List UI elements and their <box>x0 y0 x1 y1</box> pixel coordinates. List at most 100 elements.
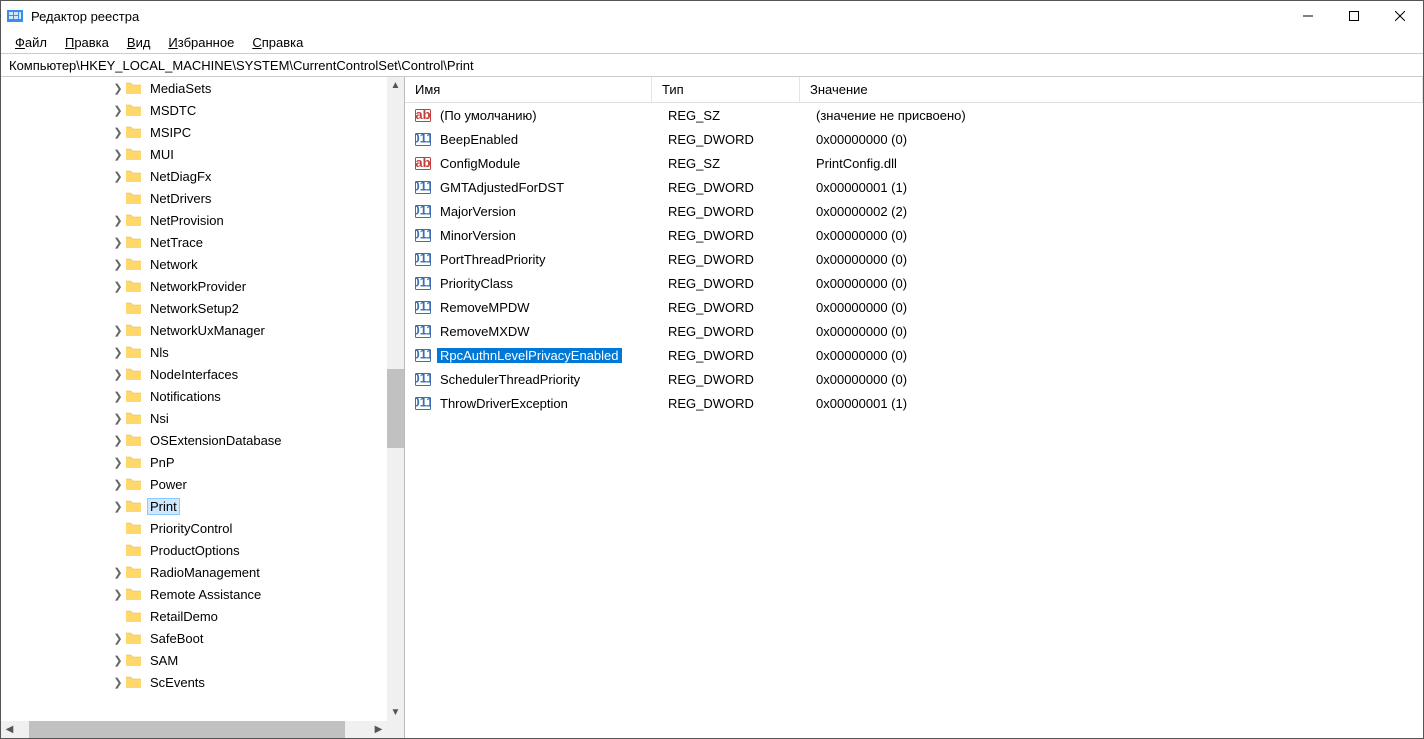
expand-chevron-icon[interactable]: ❯ <box>111 346 125 359</box>
scroll-left-button[interactable]: ◀ <box>1 721 18 738</box>
tree-item-networkuxmanager[interactable]: ❯NetworkUxManager <box>1 319 387 341</box>
tree-item-pnp[interactable]: ❯PnP <box>1 451 387 473</box>
tree-horizontal-scrollbar[interactable]: ◀ ▶ <box>1 721 387 738</box>
tree-item-network[interactable]: ❯Network <box>1 253 387 275</box>
column-value[interactable]: Значение <box>800 77 1423 102</box>
expand-chevron-icon[interactable]: ❯ <box>111 434 125 447</box>
expand-chevron-icon[interactable]: ❯ <box>111 456 125 469</box>
value-row[interactable]: GMTAdjustedForDSTREG_DWORD0x00000001 (1) <box>405 175 1423 199</box>
value-row[interactable]: SchedulerThreadPriorityREG_DWORD0x000000… <box>405 367 1423 391</box>
value-row[interactable]: ThrowDriverExceptionREG_DWORD0x00000001 … <box>405 391 1423 415</box>
expand-chevron-icon[interactable]: ❯ <box>111 324 125 337</box>
value-row[interactable]: RemoveMXDWREG_DWORD0x00000000 (0) <box>405 319 1423 343</box>
tree-item-prioritycontrol[interactable]: PriorityControl <box>1 517 387 539</box>
tree-item-mediasets[interactable]: ❯MediaSets <box>1 77 387 99</box>
tree-item-mui[interactable]: ❯MUI <box>1 143 387 165</box>
tree-item-remote-assistance[interactable]: ❯Remote Assistance <box>1 583 387 605</box>
folder-icon <box>126 323 142 337</box>
menu-favorites[interactable]: Избранное <box>162 33 240 52</box>
tree-item-netdrivers[interactable]: NetDrivers <box>1 187 387 209</box>
value-row[interactable]: PriorityClassREG_DWORD0x00000000 (0) <box>405 271 1423 295</box>
tree-item-osextensiondatabase[interactable]: ❯OSExtensionDatabase <box>1 429 387 451</box>
minimize-button[interactable] <box>1285 1 1331 31</box>
value-row[interactable]: BeepEnabledREG_DWORD0x00000000 (0) <box>405 127 1423 151</box>
tree-item-notifications[interactable]: ❯ Notifications <box>1 385 387 407</box>
tree-item-sam[interactable]: ❯SAM <box>1 649 387 671</box>
column-type[interactable]: Тип <box>652 77 800 102</box>
scroll-thumb[interactable] <box>29 721 346 738</box>
tree-item-print[interactable]: ❯Print <box>1 495 387 517</box>
titlebar[interactable]: Редактор реестра <box>1 1 1423 31</box>
tree-item-retaildemo[interactable]: RetailDemo <box>1 605 387 627</box>
tree-item-power[interactable]: ❯Power <box>1 473 387 495</box>
folder-icon <box>126 411 142 425</box>
expand-chevron-icon[interactable]: ❯ <box>111 632 125 645</box>
values-header[interactable]: Имя Тип Значение <box>405 77 1423 103</box>
scroll-thumb[interactable] <box>387 369 404 448</box>
expand-chevron-icon[interactable]: ❯ <box>111 104 125 117</box>
tree-item-productoptions[interactable]: ProductOptions <box>1 539 387 561</box>
scroll-up-button[interactable]: ▲ <box>387 77 404 94</box>
tree-item-networkprovider[interactable]: ❯NetworkProvider <box>1 275 387 297</box>
address-bar[interactable]: Компьютер\HKEY_LOCAL_MACHINE\SYSTEM\Curr… <box>1 53 1423 77</box>
expand-chevron-icon[interactable]: ❯ <box>111 500 125 513</box>
expand-chevron-icon[interactable]: ❯ <box>111 478 125 491</box>
folder-icon <box>126 345 142 359</box>
tree-item-label: Notifications <box>147 388 224 405</box>
menu-help[interactable]: Справка <box>246 33 309 52</box>
expand-chevron-icon[interactable]: ❯ <box>111 126 125 139</box>
values-list[interactable]: (По умолчанию)REG_SZ(значение не присвое… <box>405 103 1423 738</box>
expand-chevron-icon[interactable]: ❯ <box>111 258 125 271</box>
tree-item-nettrace[interactable]: ❯NetTrace <box>1 231 387 253</box>
value-row[interactable]: MinorVersionREG_DWORD0x00000000 (0) <box>405 223 1423 247</box>
expand-chevron-icon[interactable]: ❯ <box>111 82 125 95</box>
value-row[interactable]: PortThreadPriorityREG_DWORD0x00000000 (0… <box>405 247 1423 271</box>
expand-chevron-icon[interactable]: ❯ <box>111 566 125 579</box>
expand-chevron-icon[interactable]: ❯ <box>111 148 125 161</box>
scroll-track[interactable] <box>18 721 370 738</box>
tree-item-msdtc[interactable]: ❯MSDTC <box>1 99 387 121</box>
value-row[interactable]: RemoveMPDWREG_DWORD0x00000000 (0) <box>405 295 1423 319</box>
menu-edit[interactable]: Правка <box>59 33 115 52</box>
tree-item-msipc[interactable]: ❯MSIPC <box>1 121 387 143</box>
expand-chevron-icon[interactable]: ❯ <box>111 368 125 381</box>
tree-item-radiomanagement[interactable]: ❯ RadioManagement <box>1 561 387 583</box>
close-button[interactable] <box>1377 1 1423 31</box>
expand-chevron-icon[interactable]: ❯ <box>111 676 125 689</box>
tree-item-nls[interactable]: ❯Nls <box>1 341 387 363</box>
value-type: REG_DWORD <box>658 132 806 147</box>
value-row[interactable]: (По умолчанию)REG_SZ(значение не присвое… <box>405 103 1423 127</box>
tree-vertical-scrollbar[interactable]: ▲ ▼ <box>387 77 404 721</box>
expand-chevron-icon[interactable]: ❯ <box>111 412 125 425</box>
registry-tree[interactable]: ❯MediaSets❯MSDTC❯MSIPC❯MUI❯NetDiagFxNetD… <box>1 77 387 721</box>
expand-chevron-icon[interactable]: ❯ <box>111 588 125 601</box>
expand-chevron-icon[interactable]: ❯ <box>111 236 125 249</box>
value-row[interactable]: ConfigModuleREG_SZPrintConfig.dll <box>405 151 1423 175</box>
folder-icon <box>126 675 142 689</box>
tree-item-nodeinterfaces[interactable]: ❯NodeInterfaces <box>1 363 387 385</box>
value-row[interactable]: MajorVersionREG_DWORD0x00000002 (2) <box>405 199 1423 223</box>
menu-view[interactable]: Вид <box>121 33 157 52</box>
menu-file[interactable]: Файл <box>9 33 53 52</box>
tree-item-label: RadioManagement <box>147 564 263 581</box>
tree-item-nsi[interactable]: ❯Nsi <box>1 407 387 429</box>
expand-chevron-icon[interactable]: ❯ <box>111 214 125 227</box>
value-name: RemoveMPDW <box>437 300 658 315</box>
expand-chevron-icon[interactable]: ❯ <box>111 170 125 183</box>
folder-icon <box>126 565 142 579</box>
expand-chevron-icon[interactable]: ❯ <box>111 654 125 667</box>
tree-item-netprovision[interactable]: ❯NetProvision <box>1 209 387 231</box>
tree-item-label: ScEvents <box>147 674 208 691</box>
tree-item-networksetup2[interactable]: NetworkSetup2 <box>1 297 387 319</box>
tree-item-scevents[interactable]: ❯ ScEvents <box>1 671 387 693</box>
expand-chevron-icon[interactable]: ❯ <box>111 390 125 403</box>
scroll-track[interactable] <box>387 94 404 704</box>
tree-item-safeboot[interactable]: ❯SafeBoot <box>1 627 387 649</box>
scroll-down-button[interactable]: ▼ <box>387 704 404 721</box>
scroll-right-button[interactable]: ▶ <box>370 721 387 738</box>
column-name[interactable]: Имя <box>405 77 652 102</box>
value-row[interactable]: RpcAuthnLevelPrivacyEnabledREG_DWORD0x00… <box>405 343 1423 367</box>
tree-item-netdiagfx[interactable]: ❯NetDiagFx <box>1 165 387 187</box>
maximize-button[interactable] <box>1331 1 1377 31</box>
expand-chevron-icon[interactable]: ❯ <box>111 280 125 293</box>
